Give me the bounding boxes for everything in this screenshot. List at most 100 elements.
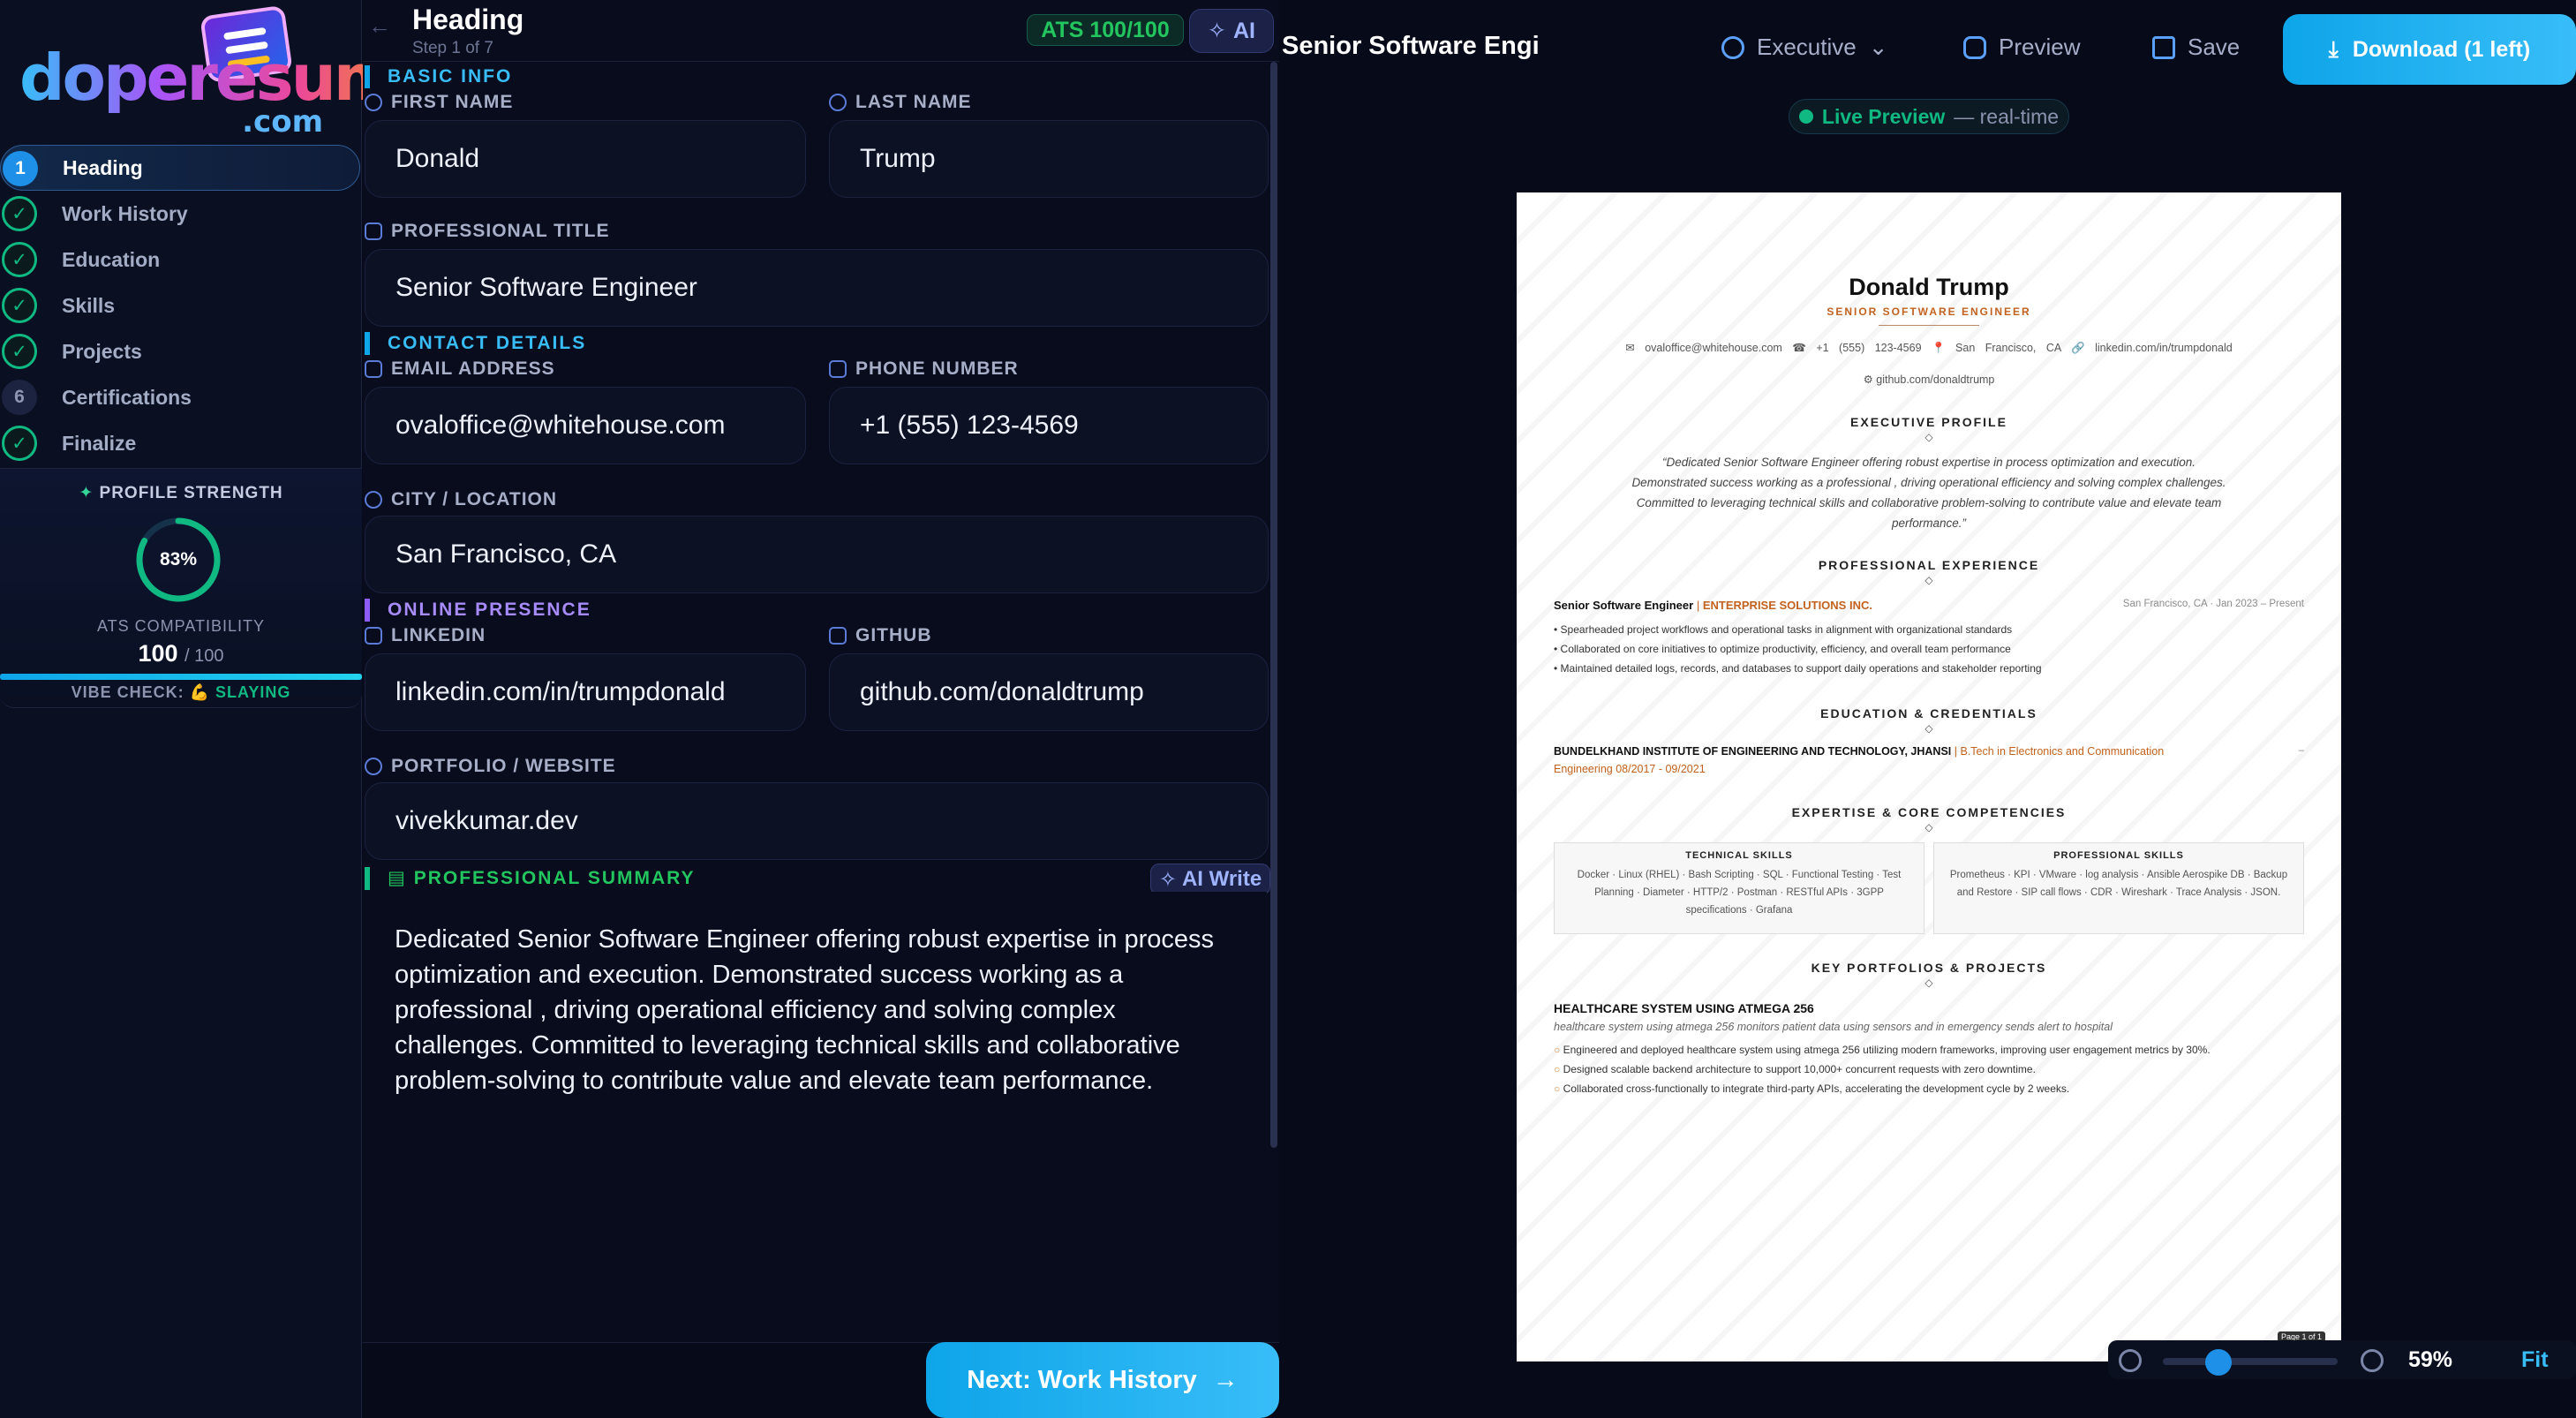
- title-label: PROFESSIONAL TITLE: [365, 221, 609, 242]
- city-label-text: CITY / LOCATION: [391, 489, 558, 509]
- phone-icon: [829, 360, 847, 378]
- vibe-check: VIBE CHECK: 💪 SLAYING: [0, 683, 362, 702]
- resume-contact-line: ✉ ovaloffice@whitehouse.com ☎ +1 (555) 1…: [1625, 342, 2233, 354]
- bullet-dot-icon: ○: [1554, 1044, 1563, 1056]
- back-arrow-icon[interactable]: ←: [368, 12, 391, 40]
- bullet-item: ○ Collaborated cross-functionally to int…: [1554, 1079, 2304, 1098]
- bullet-text: Maintained detailed logs, records, and d…: [1560, 662, 2042, 675]
- profile-strength-card: ✦ PROFILE STRENGTH 83% ATS COMPATIBILITY…: [0, 468, 362, 708]
- linkedin-label: LINKEDIN: [365, 625, 486, 646]
- name-divider: [1879, 325, 1979, 326]
- next-step-button[interactable]: Next: Work History →: [926, 1342, 1279, 1418]
- link-icon: [365, 627, 382, 645]
- bullet-item: • Spearheaded project workflows and oper…: [1554, 623, 2013, 636]
- chevron-down-icon: ⌄: [1868, 34, 1888, 60]
- first-name-label-text: FIRST NAME: [391, 92, 514, 112]
- resume-project-title: HEALTHCARE SYSTEM USING ATMEGA 256: [1554, 1001, 1814, 1015]
- step-education[interactable]: ✓ Education: [0, 237, 362, 283]
- email-field[interactable]: ovaloffice@whitehouse.com: [365, 387, 806, 464]
- user-icon: [365, 94, 382, 111]
- sparkle-icon: ✦: [79, 484, 100, 502]
- save-icon: [2152, 35, 2175, 59]
- zoom-controls: 59% Fit: [2108, 1340, 2576, 1379]
- step-label: Skills: [62, 293, 116, 317]
- live-dot-icon: [1798, 109, 1813, 124]
- download-button[interactable]: ⤓ Download (1 left): [2283, 14, 2576, 85]
- step-heading[interactable]: 1 Heading: [0, 145, 360, 191]
- resume-project-desc: healthcare system using atmega 256 monit…: [1554, 1021, 2113, 1033]
- diamond-icon: ◇: [1924, 722, 1933, 735]
- download-icon: ⤓: [2328, 36, 2339, 62]
- document-icon: ▤: [388, 868, 414, 888]
- ats-badge: ATS 100/100: [1027, 14, 1184, 46]
- phone-field[interactable]: +1 (555) 123-4569: [829, 387, 1269, 464]
- resume-edu-dates: Engineering 08/2017 - 09/2021: [1554, 763, 1706, 775]
- sidebar: doperesume .com 1 Heading ✓ Work History…: [0, 0, 441, 1418]
- step-certifications[interactable]: 6 Certifications: [0, 374, 362, 420]
- resume-section-projects: KEY PORTFOLIOS & PROJECTS: [1811, 961, 2047, 975]
- first-name-input[interactable]: Donald: [365, 120, 806, 198]
- zoom-slider-track[interactable]: [2163, 1358, 2338, 1365]
- palette-icon: [1721, 35, 1744, 59]
- professional-skills-box: PROFESSIONAL SKILLS Prometheus · KPI · V…: [1933, 842, 2304, 934]
- resume-edu-school: BUNDELKHAND INSTITUTE OF ENGINEERING AND…: [1554, 745, 1952, 758]
- resume-education-row: BUNDELKHAND INSTITUTE OF ENGINEERING AND…: [1554, 745, 2304, 758]
- zoom-in-icon[interactable]: [2361, 1349, 2384, 1372]
- last-name-input[interactable]: Trump: [829, 120, 1269, 198]
- eye-off-icon: [1963, 35, 1986, 59]
- step-finalize[interactable]: ✓ Finalize: [0, 420, 362, 466]
- github-input[interactable]: github.com/donaldtrump: [829, 653, 1269, 731]
- briefcase-icon: [365, 223, 382, 240]
- technical-skills-list: Docker · Linux (RHEL) · Bash Scripting ·…: [1577, 870, 1902, 916]
- linkedin-input[interactable]: linkedin.com/in/trumpdonald: [365, 653, 806, 731]
- template-selector-label: Executive: [1757, 34, 1857, 60]
- diamond-icon: ◇: [1924, 574, 1933, 586]
- bullet-text: Collaborated on core initiatives to opti…: [1560, 643, 2011, 655]
- resume-section-profile: EXECUTIVE PROFILE: [1850, 415, 2007, 429]
- bullet-text: Spearheaded project workflows and operat…: [1560, 623, 2013, 636]
- last-name-label-text: LAST NAME: [855, 92, 972, 112]
- check-icon: ✓: [2, 288, 37, 323]
- editor-scrollbar[interactable]: [1270, 62, 1277, 1148]
- resume-section-skills: EXPERTISE & CORE COMPETENCIES: [1791, 805, 2067, 819]
- linkedin-label-text: LINKEDIN: [391, 625, 486, 645]
- document-title[interactable]: Senior Software Engine: [1282, 32, 1538, 61]
- editor-header: ← Heading Step 1 of 7 ATS 100/100 ✧ AI: [363, 0, 1279, 62]
- page-title: Heading: [412, 4, 524, 35]
- check-icon: ✓: [2, 426, 37, 461]
- city-input[interactable]: San Francisco, CA: [365, 516, 1269, 593]
- zoom-slider-thumb[interactable]: [2205, 1349, 2232, 1376]
- summary-textarea[interactable]: Dedicated Senior Software Engineer offer…: [365, 892, 1267, 1333]
- portfolio-input[interactable]: vivekkumar.dev: [365, 782, 1269, 860]
- globe-icon: [365, 758, 382, 775]
- divider: |: [1696, 599, 1703, 612]
- brand-logo[interactable]: doperesume .com: [14, 4, 441, 140]
- professional-title-input[interactable]: Senior Software Engineer: [365, 249, 1269, 327]
- ats-compat-label: ATS COMPATIBILITY: [96, 617, 266, 635]
- preview-button-label: Preview: [1999, 34, 2081, 60]
- bullet-item: ○ Designed scalable backend architecture…: [1554, 1060, 2304, 1079]
- template-selector[interactable]: Executive ⌄: [1721, 34, 1888, 61]
- resume-job-org: ENTERPRISE SOLUTIONS INC.: [1702, 599, 1872, 612]
- arrow-right-icon: →: [1212, 1365, 1239, 1394]
- ai-write-button[interactable]: ✧ AI Write: [1150, 864, 1270, 895]
- step-label: Certifications: [62, 385, 192, 409]
- step-number-badge: 6: [2, 380, 37, 415]
- step-skills[interactable]: ✓ Skills: [0, 283, 362, 328]
- resume-name: Donald Trump: [1849, 274, 2009, 300]
- zoom-out-icon[interactable]: [2119, 1349, 2142, 1372]
- section-summary-text: PROFESSIONAL SUMMARY: [413, 868, 696, 888]
- save-button[interactable]: Save: [2152, 34, 2240, 61]
- fit-button[interactable]: Fit: [2521, 1347, 2549, 1373]
- resume-section-education: EDUCATION & CREDENTIALS: [1820, 706, 2037, 720]
- preview-button[interactable]: Preview: [1963, 34, 2080, 61]
- live-preview-label: Live Preview: [1821, 104, 1946, 128]
- ats-score: 100 / 100: [0, 640, 362, 668]
- step-indicator: Step 1 of 7: [412, 39, 493, 57]
- step-label: Projects: [62, 339, 142, 363]
- ai-button[interactable]: ✧ AI: [1189, 9, 1274, 53]
- step-work-history[interactable]: ✓ Work History: [0, 191, 362, 237]
- heading-editor: ← Heading Step 1 of 7 ATS 100/100 ✧ AI BA…: [363, 0, 1279, 1418]
- step-projects[interactable]: ✓ Projects: [0, 328, 362, 374]
- strength-percent: 83%: [159, 549, 198, 569]
